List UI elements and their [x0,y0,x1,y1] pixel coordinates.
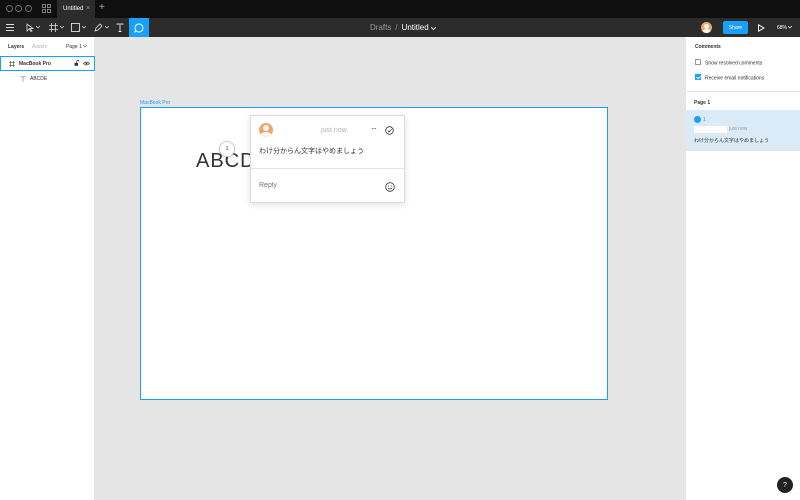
breadcrumb-drafts[interactable]: Drafts [370,23,391,32]
window-zoom-dot[interactable] [25,5,32,12]
resolve-check-icon[interactable] [385,126,394,135]
page-heading: Page 1 [694,100,711,106]
chevron-down-icon [59,26,64,29]
tab-assets[interactable]: Assets [32,44,47,50]
user-avatar[interactable] [701,22,712,33]
comment-dot-icon [694,116,701,123]
eye-icon[interactable] [83,61,90,68]
comment-thread-item[interactable]: 1 just now わけ分からん文字はやめましょう [686,110,800,151]
tab-layers[interactable]: Layers [8,44,24,50]
frame-tool-button[interactable] [47,18,65,37]
option-label: Receive email notifications [705,75,765,82]
email-notifications-checkbox[interactable] [695,74,701,80]
file-name[interactable]: Untitled [402,23,429,32]
reply-input[interactable] [259,182,369,189]
tab-label: Untitled [63,6,84,12]
chevron-down-icon[interactable] [430,26,436,31]
divider [251,168,404,169]
main-menu-button[interactable] [4,18,16,37]
shape-tool-button[interactable] [69,18,87,37]
layer-row-abcde[interactable]: ABCDE [0,72,95,87]
zoom-selector[interactable]: 68% [777,25,793,31]
layer-row-macbook-pro[interactable]: MacBook Pro [0,56,95,71]
chevron-down-icon [104,26,109,29]
move-tool-button[interactable] [24,18,42,37]
chevron-down-icon [788,25,793,29]
comments-panel: Comments Show resolved comments Receive … [686,37,800,500]
cursor-icon [26,23,34,32]
option-label: Show resolved comments [705,60,763,67]
window-close-dot[interactable] [6,5,13,12]
show-resolved-option[interactable]: Show resolved comments [695,59,763,67]
thread-timestamp: just now [729,126,748,132]
emoji-icon[interactable] [385,182,395,192]
chevron-down-icon [81,26,86,29]
comment-pin[interactable]: 1 [219,141,235,157]
home-grid-icon[interactable] [42,4,51,13]
comment-popover: just now ··· わけ分からん文字はやめましょう [250,115,405,203]
comment-timestamp: just now [321,127,347,134]
page-selector-label: Page 1 [66,44,82,50]
page-selector[interactable]: Page 1 [66,44,88,50]
hamburger-icon [6,24,14,31]
zoom-label: 68% [777,25,788,31]
commenter-avatar [259,123,273,137]
breadcrumb-separator: / [395,23,398,32]
tab-bar: Untitled × + [0,0,800,18]
layer-name: MacBook Pro [19,61,51,67]
email-notifications-option[interactable]: Receive email notifications [695,74,765,82]
rectangle-icon [70,23,80,32]
new-tab-icon[interactable]: + [99,3,105,13]
chevron-down-icon [83,44,88,48]
thread-number: 1 [703,117,706,123]
share-button[interactable]: Share [723,21,748,34]
show-resolved-checkbox[interactable] [695,59,701,65]
toolbar: Drafts / Untitled [0,18,800,37]
layers-panel: Layers Assets Page 1 MacBook Pro ABCDE [0,37,95,500]
author-name [694,126,727,133]
comment-bubble-icon [134,23,144,33]
divider [686,91,800,92]
thread-text: わけ分からん文字はやめましょう [694,138,770,144]
pen-tool-button[interactable] [92,18,110,37]
breadcrumb: Drafts / Untitled [370,23,436,32]
comment-body: わけ分からん文字はやめましょう [259,148,364,155]
frame-label[interactable]: MacBook Pro [140,100,170,106]
panel-tabs: Layers Assets Page 1 [0,37,95,56]
text-icon [20,76,26,84]
tab-close-icon[interactable]: × [86,5,90,12]
unlock-icon[interactable] [74,60,80,68]
frame-icon [9,61,15,69]
play-icon[interactable] [757,24,765,32]
panel-title: Comments [695,44,721,50]
comment-tool-button[interactable] [129,18,149,37]
chevron-down-icon [36,26,40,29]
window-minimize-dot[interactable] [15,5,22,12]
pen-icon [93,23,103,32]
text-tool-button[interactable] [114,18,126,37]
frame-icon [48,23,58,32]
text-tool-icon [116,23,124,32]
layer-name: ABCDE [30,76,48,82]
more-options-icon[interactable]: ··· [371,124,377,133]
canvas[interactable]: MacBook Pro ABCDE 1 just now ··· わけ分からん文… [95,37,686,500]
help-button[interactable]: ? [777,477,793,493]
tab-untitled[interactable]: Untitled × [57,0,95,18]
